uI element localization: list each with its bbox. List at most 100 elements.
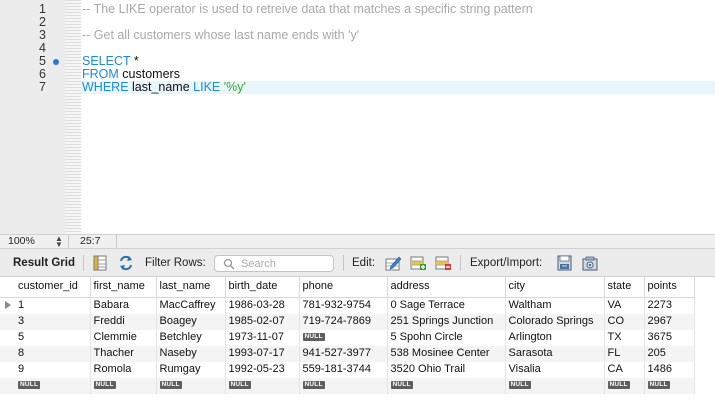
cell-points[interactable]: 205	[644, 345, 695, 362]
cell-state[interactable]: NULL	[604, 377, 645, 394]
cell-points[interactable]: 1486	[644, 361, 695, 378]
row-header[interactable]	[0, 345, 15, 362]
current-statement-marker-icon[interactable]	[53, 59, 59, 65]
row-header[interactable]	[0, 297, 15, 314]
stepper-arrows-icon[interactable]: ▲ ▼	[55, 235, 63, 249]
cell-state[interactable]: CO	[604, 313, 645, 330]
column-header-address[interactable]: address	[387, 277, 506, 298]
cell-customer-id[interactable]: 9	[15, 361, 91, 378]
column-header-customer-id[interactable]: customer_id	[15, 277, 91, 298]
cell-last-name[interactable]: MacCaffrey	[156, 297, 226, 314]
cell-points[interactable]: NULL	[644, 377, 695, 394]
cell-state[interactable]: CA	[604, 361, 645, 378]
cell-last-name[interactable]: NULL	[156, 377, 226, 394]
refresh-icon[interactable]	[118, 255, 134, 271]
cell-customer-id[interactable]: 5	[15, 329, 91, 346]
edit-row-icon[interactable]	[385, 255, 401, 271]
cell-birth-date[interactable]: 1985-02-07	[225, 313, 300, 330]
cell-first-name[interactable]: Romola	[90, 361, 157, 378]
code-line[interactable]: WHERE last_name LIKE '%y'	[82, 81, 246, 94]
cell-city[interactable]: Visalia	[505, 361, 605, 378]
cell-state[interactable]: VA	[604, 297, 645, 314]
cell-points[interactable]: 2967	[644, 313, 695, 330]
cell-first-name[interactable]: Freddi	[90, 313, 157, 330]
cell-state[interactable]: FL	[604, 345, 645, 362]
cell-address[interactable]: NULL	[387, 377, 506, 394]
cell-birth-date[interactable]: 1986-03-28	[225, 297, 300, 314]
table-row[interactable]: 8 Thacher Naseby 1993-07-17 941-527-3977 538 …	[0, 345, 695, 362]
cell-last-name[interactable]: Betchley	[156, 329, 226, 346]
table-row[interactable]: 5 Clemmie Betchley 1973-11-07 NULL 5 Spohn Ci…	[0, 329, 695, 346]
cell-last-name[interactable]: Boagey	[156, 313, 226, 330]
cell-city[interactable]: Colorado Springs	[505, 313, 605, 330]
cell-address[interactable]: 5 Spohn Circle	[387, 329, 506, 346]
import-icon[interactable]	[582, 255, 598, 271]
table-row[interactable]: 9 Romola Rumgay 1992-05-23 559-181-3744 3520 …	[0, 361, 695, 378]
cell-customer-id[interactable]: 1	[15, 297, 91, 314]
column-header-last-name[interactable]: last_name	[156, 277, 226, 298]
column-header-points[interactable]: points	[644, 277, 695, 298]
row-header[interactable]	[0, 313, 15, 330]
column-header-state[interactable]: state	[604, 277, 645, 298]
filter-rows-input[interactable]	[241, 257, 329, 270]
cell-birth-date[interactable]: 1973-11-07	[225, 329, 300, 346]
zoom-select[interactable]: 100% ▲ ▼	[0, 235, 68, 249]
grid-layout-icon[interactable]	[92, 255, 108, 271]
code-token-kw: LIKE	[193, 80, 221, 94]
grid-body[interactable]: 1 Babara MacCaffrey 1986-03-28 781-932-9754 0…	[0, 297, 695, 394]
sql-editor[interactable]: 1 -- The LIKE operator is used to retreiv…	[0, 0, 715, 234]
cell-phone[interactable]: 941-527-3977	[299, 345, 388, 362]
cell-city[interactable]: NULL	[505, 377, 605, 394]
cell-customer-id[interactable]: 8	[15, 345, 91, 362]
cell-birth-date[interactable]: 1992-05-23	[225, 361, 300, 378]
cell-address[interactable]: 538 Mosinee Center	[387, 345, 506, 362]
cell-phone[interactable]: 719-724-7869	[299, 313, 388, 330]
cell-city[interactable]: Waltham	[505, 297, 605, 314]
cell-customer-id[interactable]: NULL	[15, 377, 91, 394]
cell-phone[interactable]: 559-181-3744	[299, 361, 388, 378]
cell-first-name[interactable]: NULL	[90, 377, 157, 394]
result-table[interactable]: customer_id first_name last_name birth_date…	[0, 277, 695, 394]
cell-first-name[interactable]: Babara	[90, 297, 157, 314]
cell-points[interactable]: 2273	[644, 297, 695, 314]
cell-address[interactable]: 251 Springs Junction	[387, 313, 506, 330]
cell-first-name[interactable]: Clemmie	[90, 329, 157, 346]
result-grid[interactable]: customer_id first_name last_name birth_date…	[0, 277, 715, 404]
column-header-phone[interactable]: phone	[299, 277, 388, 298]
line-number: 7	[39, 80, 46, 94]
cell-points[interactable]: 3675	[644, 329, 695, 346]
cell-last-name[interactable]: Rumgay	[156, 361, 226, 378]
export-icon[interactable]	[557, 255, 573, 271]
row-header[interactable]	[0, 377, 15, 394]
column-header-city[interactable]: city	[505, 277, 605, 298]
cell-city[interactable]: Arlington	[505, 329, 605, 346]
code-line[interactable]: -- The LIKE operator is used to retreive…	[82, 3, 533, 16]
column-header-first-name[interactable]: first_name	[90, 277, 157, 298]
null-badge: NULL	[390, 381, 413, 390]
row-header[interactable]	[0, 329, 15, 346]
cell-phone[interactable]: NULL	[299, 377, 388, 394]
table-row[interactable]: 3 Freddi Boagey 1985-02-07 719-724-7869 251 S…	[0, 313, 695, 330]
table-row[interactable]: 1 Babara MacCaffrey 1986-03-28 781-932-9754 0…	[0, 297, 695, 314]
cell-city[interactable]: Sarasota	[505, 345, 605, 362]
cell-state[interactable]: TX	[604, 329, 645, 346]
delete-row-icon[interactable]	[435, 255, 451, 271]
cell-birth-date[interactable]: 1993-07-17	[225, 345, 300, 362]
result-grid-tab[interactable]: Result Grid	[13, 249, 75, 277]
cell-customer-id[interactable]: 3	[15, 313, 91, 330]
cell-birth-date[interactable]: NULL	[225, 377, 300, 394]
code-line[interactable]: -- Get all customers whose last name end…	[82, 29, 359, 42]
cell-phone[interactable]: NULL	[299, 329, 388, 346]
cell-address[interactable]: 0 Sage Terrace	[387, 297, 506, 314]
filter-rows-search[interactable]	[214, 255, 334, 272]
table-row[interactable]: NULL NULL NULL NULL NULL NULL NULL NULL NULL	[0, 377, 695, 394]
cell-phone[interactable]: 781-932-9754	[299, 297, 388, 314]
row-header[interactable]	[0, 361, 15, 378]
cell-last-name[interactable]: Naseby	[156, 345, 226, 362]
toolbar-separator	[343, 255, 344, 271]
add-row-icon[interactable]	[410, 255, 426, 271]
cell-first-name[interactable]: Thacher	[90, 345, 157, 362]
column-header-birth-date[interactable]: birth_date	[225, 277, 300, 298]
cell-address[interactable]: 3520 Ohio Trail	[387, 361, 506, 378]
fold-margin	[65, 0, 81, 234]
